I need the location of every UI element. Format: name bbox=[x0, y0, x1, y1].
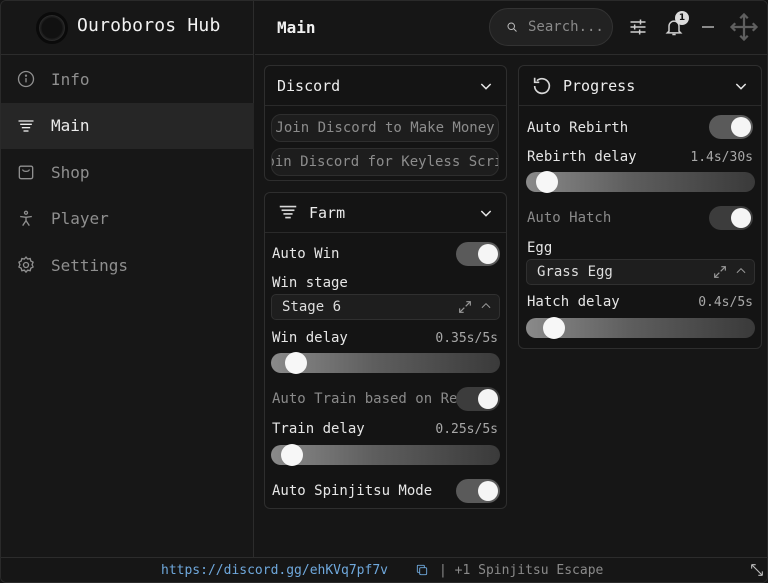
sidebar-item-label: Settings bbox=[51, 255, 129, 275]
auto-train-toggle[interactable] bbox=[456, 387, 500, 411]
sidebar-item-label: Shop bbox=[51, 162, 90, 182]
auto-rebirth-label: Auto Rebirth bbox=[527, 120, 629, 136]
toggle-knob bbox=[478, 481, 498, 501]
status-bar: https://discord.gg/ehKVq7pf7v | +1 Spinj… bbox=[1, 557, 767, 582]
slider-thumb[interactable] bbox=[281, 444, 304, 466]
chevron-down-icon[interactable] bbox=[733, 78, 749, 94]
auto-hatch-toggle[interactable] bbox=[709, 206, 753, 230]
chevron-up-icon bbox=[481, 302, 491, 309]
win-stage-value: Stage 6 bbox=[282, 299, 342, 315]
slider-thumb[interactable] bbox=[542, 317, 565, 339]
sidebar-item-label: Player bbox=[51, 209, 109, 229]
notification-badge: 1 bbox=[675, 11, 689, 25]
brand-header: Ouroboros Hub bbox=[1, 1, 254, 55]
hatch-delay-label: Hatch delay bbox=[527, 294, 620, 310]
progress-card: Progress Auto Rebirth Rebirth delay 1.4s… bbox=[518, 65, 762, 349]
expand-icon bbox=[459, 301, 471, 313]
discord-link[interactable]: https://discord.gg/ehKVq7pf7v bbox=[161, 563, 388, 578]
rebirth-delay-label: Rebirth delay bbox=[527, 149, 637, 165]
progress-card-header[interactable]: Progress bbox=[519, 66, 761, 106]
filter-sliders-icon[interactable] bbox=[627, 16, 649, 38]
join-discord-money-button[interactable]: Join Discord to Make Money bbox=[271, 114, 499, 142]
expand-icon bbox=[714, 266, 726, 278]
auto-hatch-label: Auto Hatch bbox=[527, 210, 612, 226]
top-bar: Main 1 bbox=[255, 1, 767, 55]
card-title: Progress bbox=[563, 76, 636, 95]
hatch-delay-slider[interactable] bbox=[526, 317, 755, 339]
train-delay-label: Train delay bbox=[272, 421, 365, 437]
sidebar-item-info[interactable]: Info bbox=[1, 56, 254, 103]
sidebar-item-settings[interactable]: Settings bbox=[1, 242, 254, 289]
search-box[interactable] bbox=[489, 8, 613, 46]
discord-card-header[interactable]: Discord bbox=[265, 66, 506, 106]
rebirth-delay-slider[interactable] bbox=[526, 171, 755, 193]
sidebar-item-label: Main bbox=[51, 116, 90, 136]
card-title: Discord bbox=[277, 76, 341, 95]
app-title: Ouroboros Hub bbox=[77, 15, 221, 36]
toggle-knob bbox=[731, 117, 751, 137]
resize-handle-icon[interactable] bbox=[749, 562, 765, 578]
toggle-knob bbox=[478, 244, 498, 264]
egg-label: Egg bbox=[527, 240, 553, 256]
auto-win-label: Auto Win bbox=[272, 246, 340, 262]
farm-card-header[interactable]: Farm bbox=[265, 193, 506, 233]
sidebar: Ouroboros Hub Info Main Shop Player Sett… bbox=[1, 1, 254, 557]
egg-dropdown[interactable]: Grass Egg bbox=[526, 259, 755, 285]
toggle-knob bbox=[731, 208, 751, 228]
train-delay-slider[interactable] bbox=[271, 444, 500, 466]
sidebar-item-shop[interactable]: Shop bbox=[1, 149, 254, 196]
app-window: Ouroboros Hub Info Main Shop Player Sett… bbox=[0, 0, 768, 583]
egg-value: Grass Egg bbox=[537, 264, 613, 280]
menu-lines-icon bbox=[277, 202, 299, 224]
win-delay-value: 0.35s/5s bbox=[435, 331, 498, 346]
train-delay-value: 0.25s/5s bbox=[435, 422, 498, 437]
win-stage-label: Win stage bbox=[272, 275, 348, 291]
auto-rebirth-toggle[interactable] bbox=[709, 115, 753, 139]
sidebar-nav: Info Main Shop Player Settings bbox=[1, 56, 254, 289]
chevron-up-icon bbox=[736, 267, 746, 274]
farm-card: Farm Auto Win Win stage Stage 6 Win dela… bbox=[264, 192, 507, 509]
win-delay-label: Win delay bbox=[272, 330, 348, 346]
search-icon bbox=[507, 22, 517, 32]
minimize-icon[interactable] bbox=[697, 16, 719, 38]
slider-thumb[interactable] bbox=[535, 171, 558, 193]
win-stage-dropdown[interactable]: Stage 6 bbox=[271, 294, 500, 320]
refresh-icon bbox=[531, 75, 553, 97]
join-discord-keyless-button[interactable]: Join Discord for Keyless Script bbox=[271, 148, 499, 176]
sidebar-item-player[interactable]: Player bbox=[1, 196, 254, 243]
toggle-knob bbox=[478, 389, 498, 409]
sidebar-item-main[interactable]: Main bbox=[1, 102, 254, 149]
chevron-down-icon[interactable] bbox=[478, 205, 494, 221]
chevron-down-icon[interactable] bbox=[478, 78, 494, 94]
auto-win-toggle[interactable] bbox=[456, 242, 500, 266]
win-delay-slider[interactable] bbox=[271, 352, 500, 374]
slider-thumb[interactable] bbox=[285, 352, 308, 374]
person-icon bbox=[15, 208, 37, 230]
menu-lines-icon bbox=[15, 115, 37, 137]
move-arrows-icon[interactable] bbox=[729, 12, 759, 42]
info-icon bbox=[15, 68, 37, 90]
gear-icon bbox=[15, 254, 37, 276]
discord-card: Discord Join Discord to Make Money Join … bbox=[264, 65, 507, 181]
search-input[interactable] bbox=[528, 19, 612, 35]
page-title: Main bbox=[277, 18, 316, 37]
copy-icon[interactable] bbox=[415, 563, 429, 577]
rebirth-delay-value: 1.4s/30s bbox=[690, 150, 753, 165]
sidebar-item-label: Info bbox=[51, 69, 90, 89]
card-title: Farm bbox=[309, 203, 346, 222]
shopping-bag-icon bbox=[15, 161, 37, 183]
auto-spinjitsu-toggle[interactable] bbox=[456, 479, 500, 503]
auto-spinjitsu-label: Auto Spinjitsu Mode bbox=[272, 483, 433, 499]
hatch-delay-value: 0.4s/5s bbox=[698, 295, 753, 310]
logo-icon bbox=[36, 12, 68, 44]
status-text: | +1 Spinjitsu Escape bbox=[439, 563, 604, 578]
